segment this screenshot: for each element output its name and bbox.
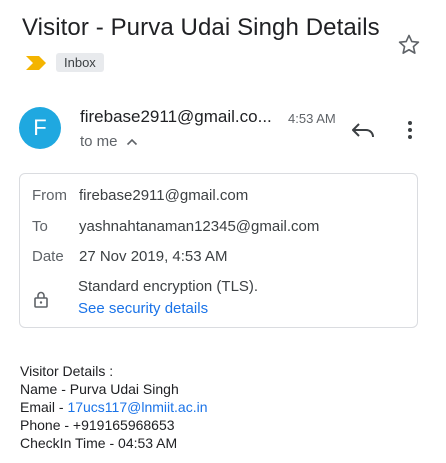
body-checkin-line: CheckIn Time - 04:53 AM xyxy=(20,435,178,451)
from-value: firebase2911@gmail.com xyxy=(79,187,249,204)
importance-marker-icon[interactable] xyxy=(26,55,46,70)
star-icon[interactable] xyxy=(396,32,422,58)
from-row: From firebase2911@gmail.com xyxy=(32,187,248,204)
message-details-card: From firebase2911@gmail.com To yashnahta… xyxy=(19,173,418,328)
date-row: Date 27 Nov 2019, 4:53 AM xyxy=(32,248,227,265)
reply-icon[interactable] xyxy=(350,118,378,142)
to-row: To yashnahtanaman12345@gmail.com xyxy=(32,218,319,235)
chevron-up-icon xyxy=(126,138,137,145)
body-name-line: Name - Purva Udai Singh xyxy=(20,381,179,397)
from-label: From xyxy=(32,187,67,204)
email-time: 4:53 AM xyxy=(288,111,336,126)
body-email-prefix: Email - xyxy=(20,399,68,415)
more-vert-icon[interactable] xyxy=(400,118,420,142)
label-row: Inbox xyxy=(26,53,104,72)
sender-avatar[interactable]: F xyxy=(19,107,61,149)
body-email-line: Email - 17ucs117@lnmiit.ac.in xyxy=(20,398,207,416)
encryption-text: Standard encryption (TLS). xyxy=(78,278,259,295)
security-details-link[interactable]: See security details xyxy=(78,300,208,317)
date-value: 27 Nov 2019, 4:53 AM xyxy=(79,248,228,265)
body-phone-line: Phone - +919165968653 xyxy=(20,417,175,433)
visitor-email-link[interactable]: 17ucs117@lnmiit.ac.in xyxy=(67,399,207,415)
recipient-toggle[interactable]: to me xyxy=(80,133,138,150)
email-subject: Visitor - Purva Udai Singh Details xyxy=(22,14,380,41)
to-label: To xyxy=(32,218,48,235)
to-value: yashnahtanaman12345@gmail.com xyxy=(79,218,320,235)
sender-name: firebase2911@gmail.co... xyxy=(80,107,272,126)
inbox-label-chip[interactable]: Inbox xyxy=(56,53,104,72)
email-body: Visitor Details : Name - Purva Udai Sing… xyxy=(20,362,207,452)
lock-icon xyxy=(34,291,48,308)
to-me-label: to me xyxy=(80,133,118,150)
date-label: Date xyxy=(32,248,64,265)
body-heading: Visitor Details : xyxy=(20,363,114,379)
